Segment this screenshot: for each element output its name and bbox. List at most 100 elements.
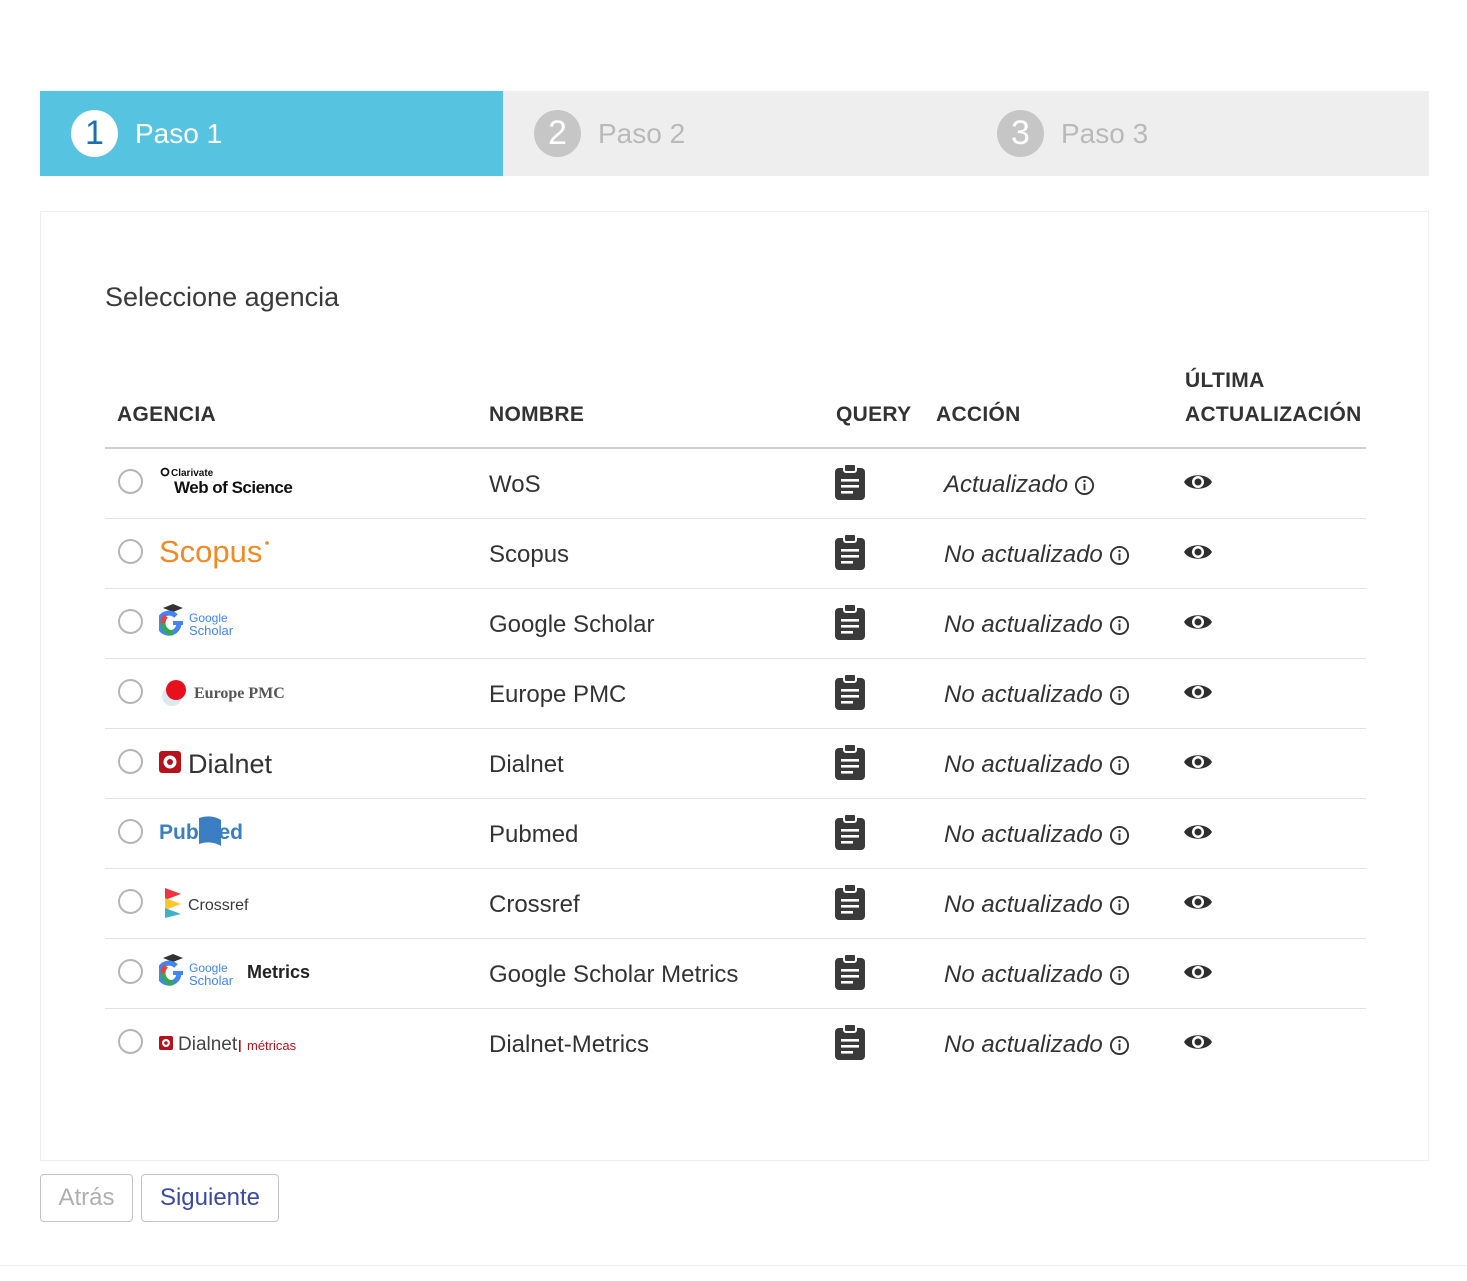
table-row: Google Scholar Google Scholar No actuali… (105, 589, 1366, 659)
query-clipboard-icon[interactable] (834, 953, 866, 991)
update-status: No actualizado (944, 611, 1130, 639)
info-icon[interactable] (1109, 685, 1130, 706)
agency-name: Pubmed (489, 821, 579, 848)
eye-icon[interactable] (1183, 1031, 1213, 1053)
stepper: 1 Paso 1 2 Paso 2 3 Paso 3 (40, 91, 1429, 176)
eye-icon[interactable] (1183, 541, 1213, 563)
gsm-logo-scholar: Scholar (189, 973, 234, 988)
select-radio[interactable] (118, 959, 143, 984)
header-query: QUERY (836, 403, 912, 426)
wos-logo-text: Web of Science (174, 478, 292, 497)
dialnet-metrics-logo-text: Dialnet (178, 1034, 238, 1055)
table-body: Clarivate Web of Science WoS Actualizado (105, 449, 1366, 1078)
pubmed-logo-b: Med (201, 821, 243, 844)
header-ultima-actualizacion: ÚLTIMA ACTUALIZACIÓN (1185, 364, 1362, 432)
eye-icon[interactable] (1183, 961, 1213, 983)
table-header: AGENCIA NOMBRE QUERY ACCIÓN ÚLTIMA ACTUA… (105, 362, 1366, 449)
step-3-label: Paso 3 (1061, 117, 1149, 149)
header-accion: ACCIÓN (936, 403, 1021, 426)
select-radio[interactable] (118, 819, 143, 844)
agency-name: Google Scholar (489, 611, 655, 638)
update-status-text: No actualizado (944, 961, 1103, 988)
step-3[interactable]: 3 Paso 3 (966, 91, 1429, 176)
query-clipboard-icon[interactable] (834, 883, 866, 921)
step-1[interactable]: 1 Paso 1 (40, 91, 503, 176)
select-radio[interactable] (118, 889, 143, 914)
step-2-label: Paso 2 (598, 117, 686, 149)
table-row: Clarivate Web of Science WoS Actualizado (105, 449, 1366, 519)
eye-icon[interactable] (1183, 471, 1213, 493)
gsm-logo-metrics: Metrics (247, 962, 310, 982)
query-clipboard-icon[interactable] (834, 463, 866, 501)
agency-name: Scopus (489, 541, 570, 568)
google-scholar-metrics-logo: Google Scholar Metrics (159, 952, 324, 992)
query-clipboard-icon[interactable] (834, 1023, 866, 1061)
select-radio[interactable] (118, 609, 143, 634)
update-status: No actualizado (944, 1031, 1130, 1059)
pubmed-logo: Publ Med (159, 812, 259, 852)
step-3-number: 3 (997, 110, 1044, 157)
query-clipboard-icon[interactable] (834, 533, 866, 571)
next-button[interactable]: Siguiente (141, 1174, 279, 1222)
web-of-science-logo: Clarivate Web of Science (159, 462, 299, 502)
select-radio[interactable] (118, 469, 143, 494)
dialnet-metrics-logo-suffix: métricas (247, 1038, 297, 1053)
google-scholar-logo: Google Scholar (159, 602, 249, 642)
update-status-text: No actualizado (944, 751, 1103, 778)
step-2[interactable]: 2 Paso 2 (503, 91, 966, 176)
table-row: Dialnet métricas Dialnet-Metrics No actu… (105, 1009, 1366, 1078)
agency-name: Dialnet-Metrics (489, 1031, 650, 1058)
info-icon[interactable] (1109, 965, 1130, 986)
crossref-logo: Crossref (159, 882, 269, 922)
query-clipboard-icon[interactable] (834, 743, 866, 781)
update-status-text: No actualizado (944, 891, 1103, 918)
crossref-logo-text: Crossref (188, 897, 249, 914)
table-row: Dialnet Dialnet No actualizado (105, 729, 1366, 799)
query-clipboard-icon[interactable] (834, 603, 866, 641)
table-row: Scopus Scopus No actualizado (105, 519, 1366, 589)
info-icon[interactable] (1109, 545, 1130, 566)
update-status: Actualizado (944, 471, 1095, 499)
agency-card: Seleccione agencia AGENCIA NOMBRE QUERY … (40, 211, 1429, 1161)
agency-name: Europe PMC (489, 681, 627, 708)
eye-icon[interactable] (1183, 681, 1213, 703)
select-radio[interactable] (118, 539, 143, 564)
footer-divider (0, 1265, 1467, 1266)
header-ultima-line2: ACTUALIZACIÓN (1185, 403, 1362, 426)
back-button[interactable]: Atrás (40, 1174, 133, 1222)
pubmed-logo-a: Publ (159, 821, 205, 844)
table-row: Europe PMC Europe PMC No actualizado (105, 659, 1366, 729)
europe-pmc-logo: Europe PMC (159, 672, 304, 712)
eye-icon[interactable] (1183, 821, 1213, 843)
eye-icon[interactable] (1183, 751, 1213, 773)
dialnet-metrics-logo: Dialnet métricas (159, 1022, 319, 1062)
update-status-text: No actualizado (944, 681, 1103, 708)
step-1-label: Paso 1 (135, 117, 223, 149)
info-icon[interactable] (1109, 755, 1130, 776)
table-row: Publ Med Pubmed No actualizado (105, 799, 1366, 869)
select-radio[interactable] (118, 679, 143, 704)
info-icon[interactable] (1109, 825, 1130, 846)
update-status: No actualizado (944, 681, 1130, 709)
gs-logo-scholar: Scholar (189, 623, 234, 638)
scopus-logo: Scopus (159, 532, 279, 572)
agency-name: WoS (489, 471, 541, 498)
info-icon[interactable] (1109, 895, 1130, 916)
table-row: Crossref Crossref No actualizado (105, 869, 1366, 939)
table-row: Google Scholar Metrics Google Scholar Me… (105, 939, 1366, 1009)
agency-name: Google Scholar Metrics (489, 961, 739, 988)
query-clipboard-icon[interactable] (834, 813, 866, 851)
europe-pmc-logo-text: Europe PMC (194, 685, 285, 702)
update-status: No actualizado (944, 541, 1130, 569)
select-radio[interactable] (118, 749, 143, 774)
eye-icon[interactable] (1183, 611, 1213, 633)
header-ultima-line1: ÚLTIMA (1185, 369, 1265, 392)
info-icon[interactable] (1109, 1035, 1130, 1056)
card-title: Seleccione agencia (105, 282, 340, 312)
eye-icon[interactable] (1183, 891, 1213, 913)
query-clipboard-icon[interactable] (834, 673, 866, 711)
info-icon[interactable] (1074, 475, 1095, 496)
agency-name: Crossref (489, 891, 580, 918)
select-radio[interactable] (118, 1029, 143, 1054)
info-icon[interactable] (1109, 615, 1130, 636)
